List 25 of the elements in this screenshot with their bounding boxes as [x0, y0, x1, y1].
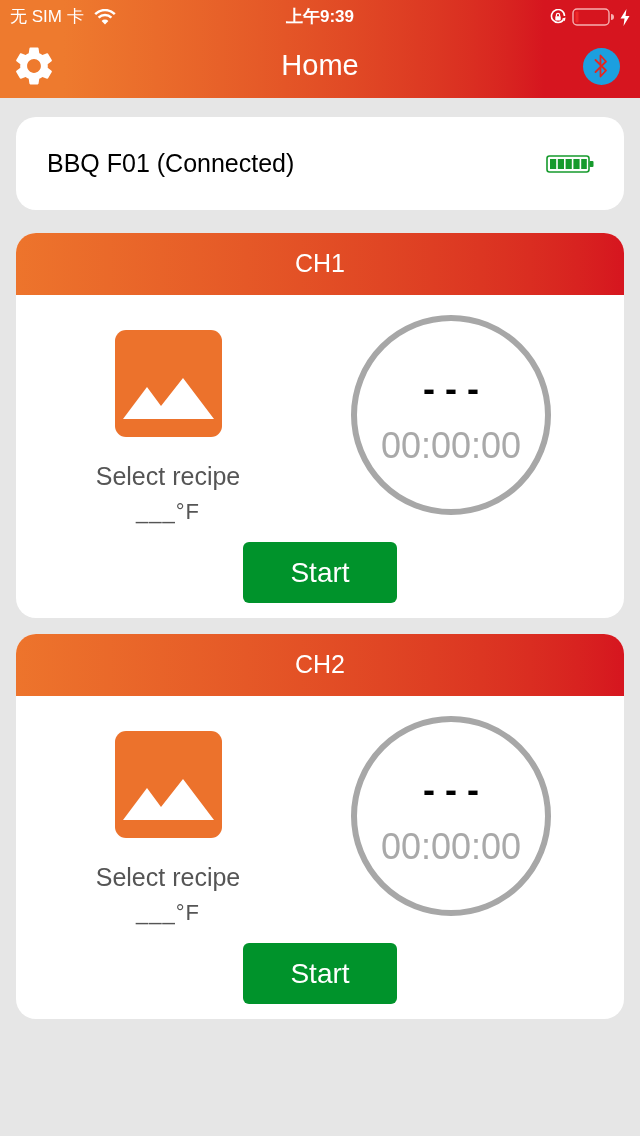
- bluetooth-icon: [594, 53, 609, 79]
- device-name: BBQ F01 (Connected): [47, 147, 295, 179]
- channel-header: CH1: [16, 233, 624, 295]
- rotation-lock-icon: [550, 9, 566, 25]
- recipe-label[interactable]: Select recipe: [95, 862, 241, 892]
- battery-icon: [572, 8, 614, 26]
- bluetooth-button[interactable]: [583, 47, 620, 85]
- page-title: Home: [281, 48, 359, 84]
- image-icon[interactable]: [114, 330, 222, 437]
- wifi-icon: [93, 9, 116, 25]
- channel-header: CH2: [16, 634, 624, 696]
- start-button[interactable]: Start: [243, 943, 397, 1004]
- timer-text: 00:00:00: [380, 827, 522, 867]
- target-temperature: ___°F: [136, 900, 200, 926]
- start-button[interactable]: Start: [243, 542, 397, 603]
- charging-bolt-icon: [620, 8, 630, 26]
- battery-icon: [546, 154, 594, 173]
- recipe-label[interactable]: Select recipe: [95, 461, 241, 491]
- clock-time: 上午9:39: [286, 6, 354, 29]
- image-icon[interactable]: [114, 731, 222, 838]
- target-temperature: ___°F: [136, 499, 200, 525]
- timer-text: 00:00:00: [380, 426, 522, 466]
- temperature-reading: - - -: [423, 772, 479, 808]
- temperature-reading: - - -: [423, 371, 479, 407]
- carrier-text: 无 SIM 卡: [10, 6, 84, 29]
